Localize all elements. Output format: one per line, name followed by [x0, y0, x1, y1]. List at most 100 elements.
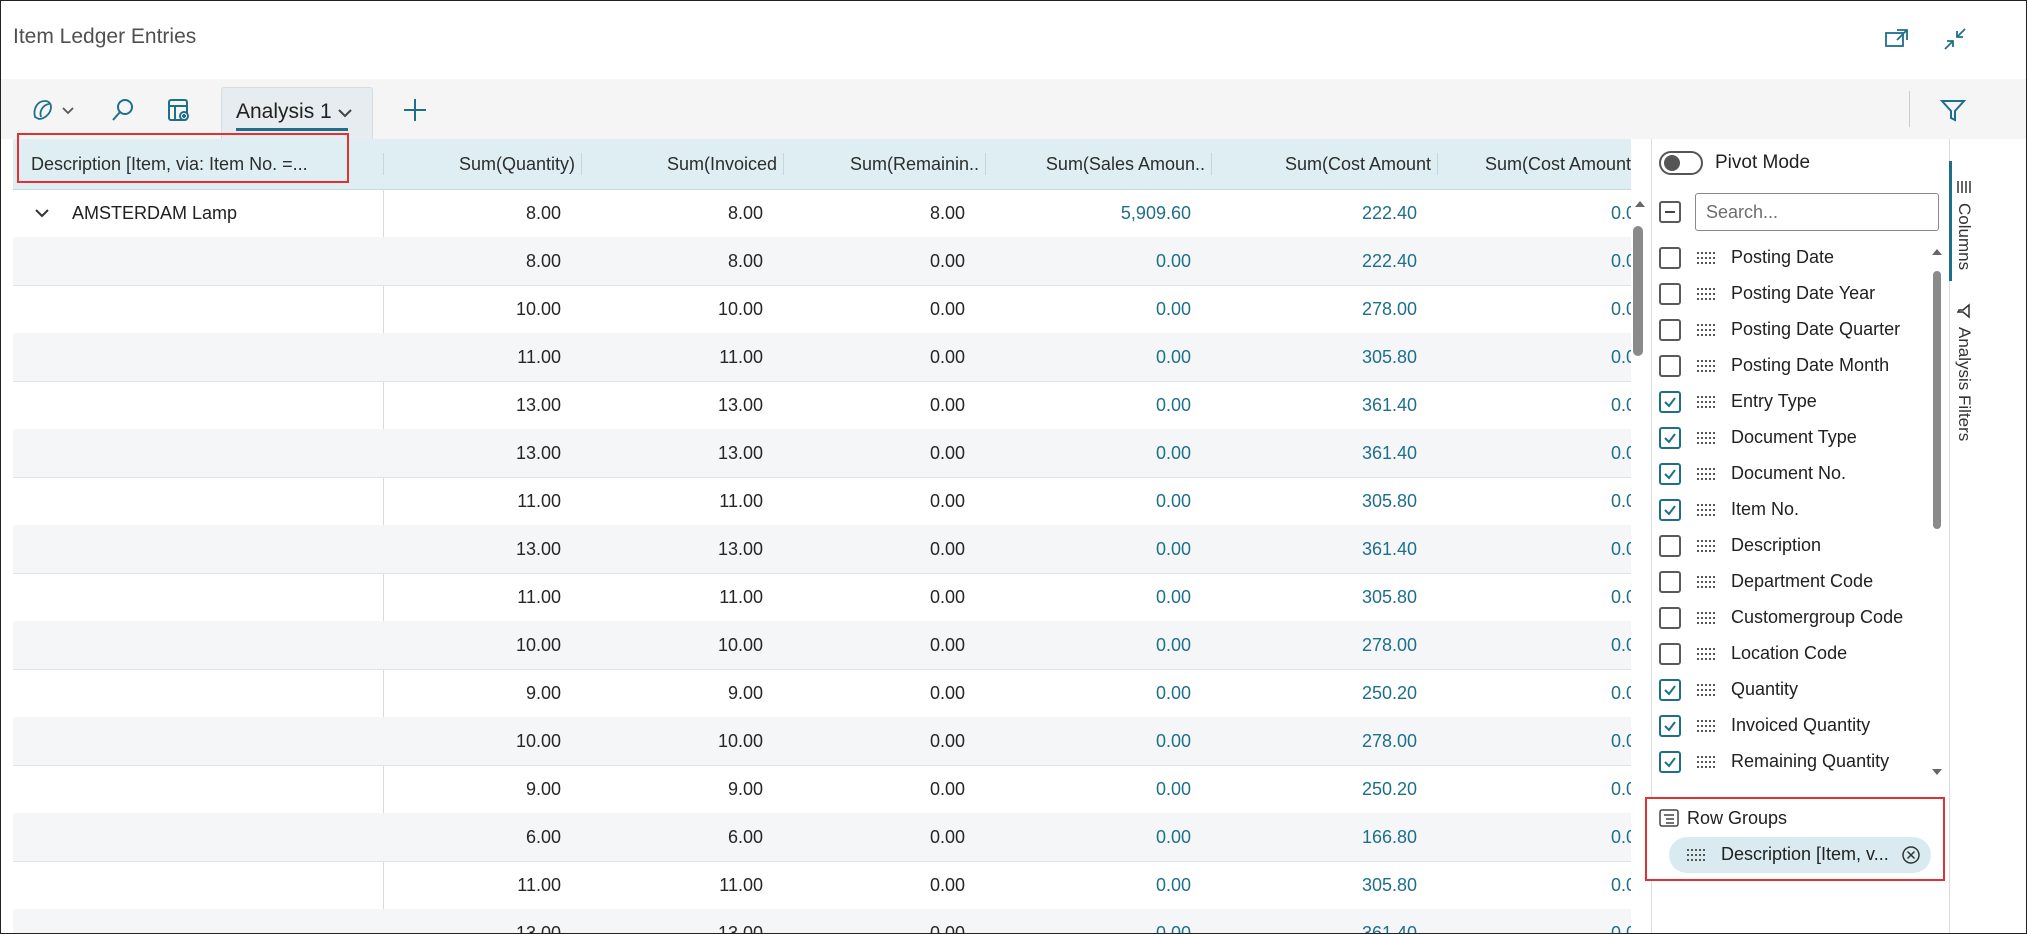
- column-checkbox[interactable]: [1659, 751, 1681, 773]
- pivot-mode-toggle[interactable]: [1659, 151, 1703, 175]
- table-cell[interactable]: 0.00: [987, 285, 1191, 333]
- table-cell[interactable]: 166.80: [1213, 813, 1417, 861]
- table-cell[interactable]: 0.00: [987, 765, 1191, 813]
- table-cell[interactable]: 0.00: [987, 525, 1191, 573]
- column-list-item[interactable]: Customergroup Code: [1659, 600, 1929, 636]
- search-icon[interactable]: [107, 94, 139, 126]
- add-tab-icon[interactable]: [399, 94, 431, 126]
- table-row[interactable]: 11.00 11.00 0.00 0.00 305.80 0.0: [13, 477, 1631, 526]
- chevron-down-icon[interactable]: [336, 106, 354, 120]
- table-cell[interactable]: 361.40: [1213, 381, 1417, 429]
- table-cell[interactable]: 0.0: [1611, 333, 1631, 381]
- table-cell[interactable]: 0.0: [1611, 669, 1631, 717]
- drag-handle-icon[interactable]: [1697, 324, 1715, 336]
- table-row[interactable]: 13.00 13.00 0.00 0.00 361.40 0.0: [13, 429, 1631, 478]
- drag-handle-icon[interactable]: [1697, 612, 1715, 624]
- table-cell[interactable]: 250.20: [1213, 765, 1417, 813]
- table-cell[interactable]: 0.00: [987, 477, 1191, 525]
- table-row[interactable]: 9.00 9.00 0.00 0.00 250.20 0.0: [13, 669, 1631, 718]
- table-row[interactable]: 8.00 8.00 0.00 0.00 222.40 0.0: [13, 237, 1631, 286]
- column-checkbox[interactable]: [1659, 643, 1681, 665]
- column-list-item[interactable]: Posting Date: [1659, 240, 1929, 276]
- drag-handle-icon[interactable]: [1697, 432, 1715, 444]
- drag-handle-icon[interactable]: [1697, 252, 1715, 264]
- table-row[interactable]: 9.00 9.00 0.00 0.00 250.20 0.0: [13, 765, 1631, 814]
- column-checkbox[interactable]: [1659, 499, 1681, 521]
- column-list-item[interactable]: Posting Date Quarter: [1659, 312, 1929, 348]
- drag-handle-icon[interactable]: [1697, 648, 1715, 660]
- column-header-sum-sales-amount[interactable]: Sum(Sales Amoun..: [987, 139, 1205, 189]
- table-row[interactable]: 13.00 13.00 0.00 0.00 361.40 0.0: [13, 381, 1631, 430]
- column-checkbox[interactable]: [1659, 571, 1681, 593]
- drag-handle-icon[interactable]: [1697, 288, 1715, 300]
- column-list-item[interactable]: Posting Date Month: [1659, 348, 1929, 384]
- column-header-sum-cost-amount[interactable]: Sum(Cost Amount: [1213, 139, 1431, 189]
- drag-handle-icon[interactable]: [1697, 684, 1715, 696]
- table-row[interactable]: 11.00 11.00 0.00 0.00 305.80 0.0: [13, 861, 1631, 910]
- table-cell[interactable]: 278.00: [1213, 285, 1417, 333]
- column-list-item[interactable]: Quantity: [1659, 672, 1929, 708]
- table-cell[interactable]: 0.0: [1611, 429, 1631, 477]
- table-cell[interactable]: 361.40: [1213, 429, 1417, 477]
- scroll-down-icon[interactable]: [1931, 767, 1943, 777]
- table-cell[interactable]: 305.80: [1213, 861, 1417, 909]
- drag-handle-icon[interactable]: [1697, 540, 1715, 552]
- column-search-input[interactable]: [1695, 193, 1939, 231]
- table-cell[interactable]: 0.0: [1611, 717, 1631, 765]
- drag-handle-icon[interactable]: [1697, 504, 1715, 516]
- table-cell[interactable]: 0.0: [1611, 813, 1631, 861]
- table-cell[interactable]: 0.0: [1611, 381, 1631, 429]
- scroll-up-icon[interactable]: [1931, 247, 1943, 257]
- column-checkbox[interactable]: [1659, 535, 1681, 557]
- side-tab-columns[interactable]: Columns: [1954, 203, 1974, 270]
- table-row[interactable]: 13.00 13.00 0.00 0.00 361.40 0.0: [13, 525, 1631, 574]
- table-cell[interactable]: 0.0: [1611, 765, 1631, 813]
- table-row[interactable]: 11.00 11.00 0.00 0.00 305.80 0.0: [13, 573, 1631, 622]
- table-cell[interactable]: 0.00: [987, 909, 1191, 933]
- analysis-view-icon[interactable]: [163, 94, 195, 126]
- column-header-sum-remaining[interactable]: Sum(Remainin..: [785, 139, 979, 189]
- column-checkbox[interactable]: [1659, 715, 1681, 737]
- table-cell[interactable]: 0.00: [987, 861, 1191, 909]
- column-list-item[interactable]: Item No.: [1659, 492, 1929, 528]
- table-cell[interactable]: 0.00: [987, 237, 1191, 285]
- open-in-new-window-icon[interactable]: [1883, 25, 1911, 53]
- table-cell[interactable]: 0.00: [987, 717, 1191, 765]
- column-header-sum-cost-amount-2[interactable]: Sum(Cost Amount: [1439, 139, 1631, 189]
- grid-scrollbar-thumb[interactable]: [1633, 226, 1643, 356]
- table-cell[interactable]: 0.0: [1611, 237, 1631, 285]
- filter-tab-icon[interactable]: [1956, 303, 1972, 319]
- table-cell[interactable]: 305.80: [1213, 477, 1417, 525]
- column-list-item[interactable]: Remaining Quantity: [1659, 744, 1929, 780]
- table-row[interactable]: 6.00 6.00 0.00 0.00 166.80 0.0: [13, 813, 1631, 862]
- table-cell[interactable]: 0.0: [1611, 909, 1631, 933]
- table-cell[interactable]: 305.80: [1213, 333, 1417, 381]
- table-cell[interactable]: 278.00: [1213, 621, 1417, 669]
- column-checkbox[interactable]: [1659, 319, 1681, 341]
- scroll-up-icon[interactable]: [1633, 199, 1647, 209]
- panel-scrollbar-thumb[interactable]: [1933, 271, 1941, 529]
- table-cell[interactable]: 222.40: [1213, 237, 1417, 285]
- copilot-menu-icon[interactable]: [29, 94, 83, 126]
- column-list-item[interactable]: Document Type: [1659, 420, 1929, 456]
- table-cell[interactable]: 278.00: [1213, 717, 1417, 765]
- drag-handle-icon[interactable]: [1697, 396, 1715, 408]
- table-cell[interactable]: 222.40: [1213, 189, 1417, 237]
- expand-group-icon[interactable]: [33, 206, 51, 220]
- table-cell[interactable]: 0.0: [1611, 477, 1631, 525]
- drag-handle-icon[interactable]: [1697, 576, 1715, 588]
- table-cell[interactable]: 0.00: [987, 573, 1191, 621]
- drag-handle-icon[interactable]: [1697, 468, 1715, 480]
- table-row[interactable]: AMSTERDAM Lamp 8.00 8.00 8.00 5,909.60 222.40…: [13, 189, 1631, 238]
- column-checkbox[interactable]: [1659, 247, 1681, 269]
- table-cell[interactable]: 0.0: [1611, 621, 1631, 669]
- column-checkbox[interactable]: [1659, 679, 1681, 701]
- table-cell[interactable]: 250.20: [1213, 669, 1417, 717]
- column-checkbox[interactable]: [1659, 607, 1681, 629]
- table-cell[interactable]: 0.00: [987, 333, 1191, 381]
- column-list-item[interactable]: Posting Date Year: [1659, 276, 1929, 312]
- table-cell[interactable]: 0.0: [1611, 525, 1631, 573]
- select-all-checkbox[interactable]: [1659, 201, 1681, 223]
- table-cell[interactable]: 361.40: [1213, 525, 1417, 573]
- group-label[interactable]: AMSTERDAM Lamp: [72, 189, 237, 237]
